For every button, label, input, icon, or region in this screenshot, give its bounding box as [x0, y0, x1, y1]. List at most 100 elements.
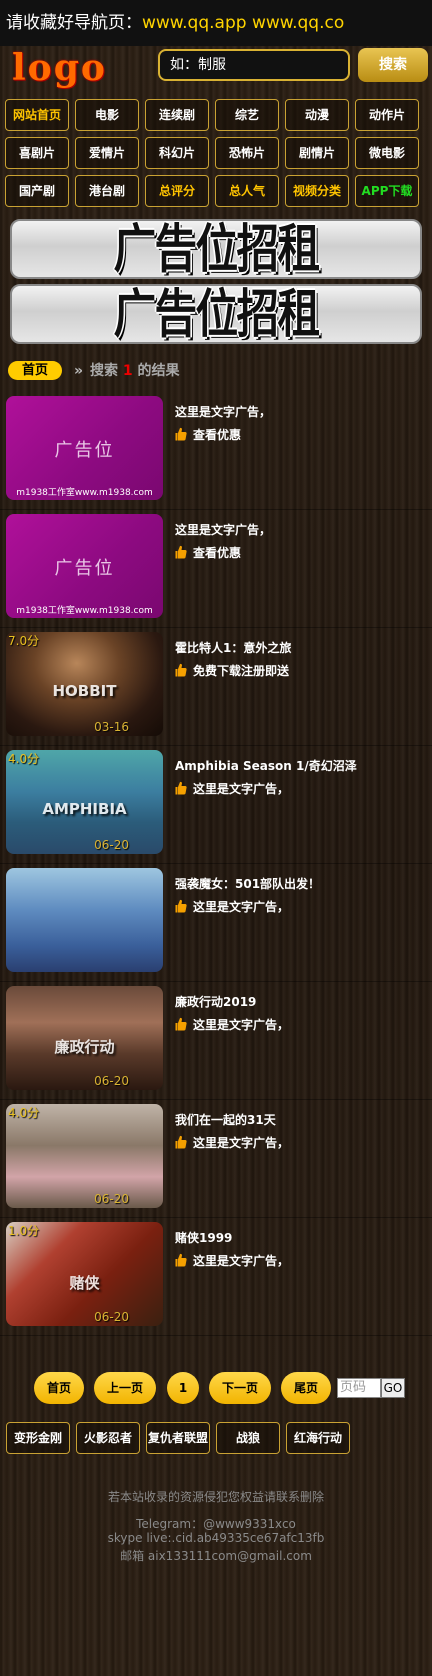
thumbs-up-icon — [175, 427, 187, 441]
search-input[interactable]: 如：制服 — [158, 49, 350, 81]
item-subtitle: 这里是文字广告， — [175, 780, 425, 797]
item-title[interactable]: Amphibia Season 1/奇幻沼泽 — [175, 757, 425, 774]
item-subtitle-text: 这里是文字广告， — [193, 1136, 290, 1150]
list-item[interactable]: 强袭魔女：501部队出发！ 这里是文字广告， — [0, 864, 432, 982]
item-subtitle: 查看优惠 — [175, 544, 425, 561]
pager-prev-button[interactable]: 上一页 — [94, 1372, 156, 1404]
site-header: logo 如：制服 搜索 — [0, 46, 432, 88]
ad-banner-top[interactable]: 广告位招租 — [10, 219, 422, 279]
poster-thumbnail[interactable]: 赌侠 1.0分 06-20 — [6, 1222, 163, 1326]
footer-notice: 若本站收录的资源侵犯您权益请联系删除 — [107, 1490, 324, 1504]
poster-thumbnail[interactable]: 4.0分 06-20 — [6, 1104, 163, 1208]
nav-item[interactable]: 电影 — [75, 99, 139, 131]
footer-telegram: Telegram：@www9331xco — [136, 1517, 296, 1531]
pager-first-button[interactable]: 首页 — [34, 1372, 84, 1404]
item-subtitle-text: 免费下载注册即送 — [193, 664, 290, 678]
nav-item[interactable]: 综艺 — [215, 99, 279, 131]
poster-title-art: AMPHIBIA — [42, 800, 127, 818]
poster-thumbnail[interactable]: 廉政行动 06-20 — [6, 986, 163, 1090]
list-item[interactable]: 广告位 m1938工作室www.m1938.com 这里是文字广告， 查看优惠 — [0, 392, 432, 510]
nav-item[interactable]: 动漫 — [285, 99, 349, 131]
nav-item[interactable]: APP下载 — [355, 175, 419, 207]
item-title[interactable]: 我们在一起的31天 — [175, 1111, 425, 1128]
ad-thumbnail[interactable]: 广告位 m1938工作室www.m1938.com — [6, 396, 163, 500]
item-subtitle: 查看优惠 — [175, 426, 425, 443]
list-item[interactable]: HOBBIT 7.0分 03-16 霍比特人1：意外之旅免费下载注册即送 — [0, 628, 432, 746]
thumbs-up-icon — [175, 1017, 187, 1031]
bottom-tag-item[interactable]: 复仇者联盟 — [146, 1422, 210, 1454]
pager-current-page[interactable]: 1 — [167, 1372, 199, 1404]
bottom-tag-item[interactable]: 变形金刚 — [6, 1422, 70, 1454]
item-subtitle: 这里是文字广告， — [175, 1016, 425, 1033]
list-item[interactable]: AMPHIBIA 4.0分 06-20 Amphibia Season 1/奇幻沼泽这… — [0, 746, 432, 864]
bottom-tag-item[interactable]: 火影忍者 — [76, 1422, 140, 1454]
search-button[interactable]: 搜索 — [358, 48, 428, 82]
nav-item[interactable]: 网站首页 — [5, 99, 69, 131]
nav-item[interactable]: 微电影 — [355, 137, 419, 169]
item-title[interactable]: 这里是文字广告， — [175, 521, 425, 538]
thumbs-up-icon — [175, 1253, 187, 1267]
nav-item[interactable]: 连续剧 — [145, 99, 209, 131]
nav-item[interactable]: 剧情片 — [285, 137, 349, 169]
ad-banner-text: 广告位招租 — [113, 285, 320, 344]
search-result-summary: 搜索 1 的结果 — [90, 361, 180, 381]
poster-thumbnail[interactable]: AMPHIBIA 4.0分 06-20 — [6, 750, 163, 854]
item-title[interactable]: 霍比特人1：意外之旅 — [175, 639, 425, 656]
nav-item[interactable]: 总人气 — [215, 175, 279, 207]
score-badge: 1.0分 — [8, 1224, 40, 1238]
update-date: 06-20 — [94, 1192, 129, 1206]
item-subtitle: 这里是文字广告， — [175, 898, 425, 915]
nav-item[interactable]: 国产剧 — [5, 175, 69, 207]
ad-banner-text: 广告位招租 — [113, 220, 320, 279]
nav-item[interactable]: 爱情片 — [75, 137, 139, 169]
ad-thumbnail-credit: m1938工作室www.m1938.com — [16, 606, 153, 616]
thumbs-up-icon — [175, 899, 187, 913]
search-result-suffix: 的结果 — [137, 363, 180, 379]
poster-thumbnail[interactable] — [6, 868, 163, 972]
bottom-tag-item[interactable]: 红海行动 — [286, 1422, 350, 1454]
update-date: 03-16 — [94, 720, 129, 734]
item-title[interactable]: 强袭魔女：501部队出发！ — [175, 875, 425, 892]
pager-last-button[interactable]: 尾页 — [281, 1372, 331, 1404]
list-item[interactable]: 广告位 m1938工作室www.m1938.com 这里是文字广告， 查看优惠 — [0, 510, 432, 628]
list-item[interactable]: 廉政行动 06-20 廉政行动2019 这里是文字广告， — [0, 982, 432, 1100]
ad-thumbnail-credit: m1938工作室www.m1938.com — [16, 488, 153, 498]
breadcrumb-separator: » — [74, 363, 84, 379]
nav-item[interactable]: 喜剧片 — [5, 137, 69, 169]
nav-item[interactable]: 恐怖片 — [215, 137, 279, 169]
bottom-tag-item[interactable]: 战狼 — [216, 1422, 280, 1454]
list-item[interactable]: 赌侠 1.0分 06-20 赌侠1999 这里是文字广告， — [0, 1218, 432, 1336]
search-result-prefix: 搜索 — [90, 363, 118, 379]
ad-banner-second[interactable]: 广告位招租 — [10, 284, 422, 344]
thumbs-up-icon — [175, 1135, 187, 1149]
nav-item[interactable]: 视频分类 — [285, 175, 349, 207]
page-go-button[interactable]: GO — [381, 1378, 405, 1398]
nav-item[interactable]: 港台剧 — [75, 175, 139, 207]
nav-item[interactable]: 总评分 — [145, 175, 209, 207]
pager-next-button[interactable]: 下一页 — [209, 1372, 271, 1404]
ad-thumbnail[interactable]: 广告位 m1938工作室www.m1938.com — [6, 514, 163, 618]
thumbs-up-icon — [175, 545, 187, 559]
footer-skype: skype live:.cid.ab49335ce67afc13fb — [107, 1531, 325, 1545]
item-subtitle: 这里是文字广告， — [175, 1252, 425, 1269]
score-badge: 4.0分 — [8, 752, 40, 766]
item-title[interactable]: 廉政行动2019 — [175, 993, 425, 1010]
thumbs-up-icon — [175, 663, 187, 677]
poster-thumbnail[interactable]: HOBBIT 7.0分 03-16 — [6, 632, 163, 736]
item-title[interactable]: 赌侠1999 — [175, 1229, 425, 1246]
ad-thumbnail-text: 广告位 — [54, 440, 115, 461]
item-subtitle: 这里是文字广告， — [175, 1134, 425, 1151]
item-subtitle-text: 这里是文字广告， — [193, 1018, 290, 1032]
item-subtitle-text: 这里是文字广告， — [193, 1254, 290, 1268]
score-badge: 4.0分 — [8, 1106, 40, 1120]
category-nav: 网站首页 电影 连续剧 综艺 动漫 动作片喜剧片 爱情片 科幻片 恐怖片 剧情片 微电影国产剧 港台剧… — [5, 99, 427, 207]
item-title[interactable]: 这里是文字广告， — [175, 403, 425, 420]
list-item[interactable]: 4.0分 06-20 我们在一起的31天这里是文字广告， — [0, 1100, 432, 1218]
top-notice-url[interactable]: www.qq.app www.qq.co — [142, 13, 344, 33]
site-logo[interactable]: logo — [12, 48, 107, 88]
breadcrumb-home[interactable]: 首页 — [8, 361, 62, 380]
page-number-input[interactable]: 页码 — [337, 1378, 381, 1398]
nav-item[interactable]: 动作片 — [355, 99, 419, 131]
thumbs-up-icon — [175, 781, 187, 795]
nav-item[interactable]: 科幻片 — [145, 137, 209, 169]
